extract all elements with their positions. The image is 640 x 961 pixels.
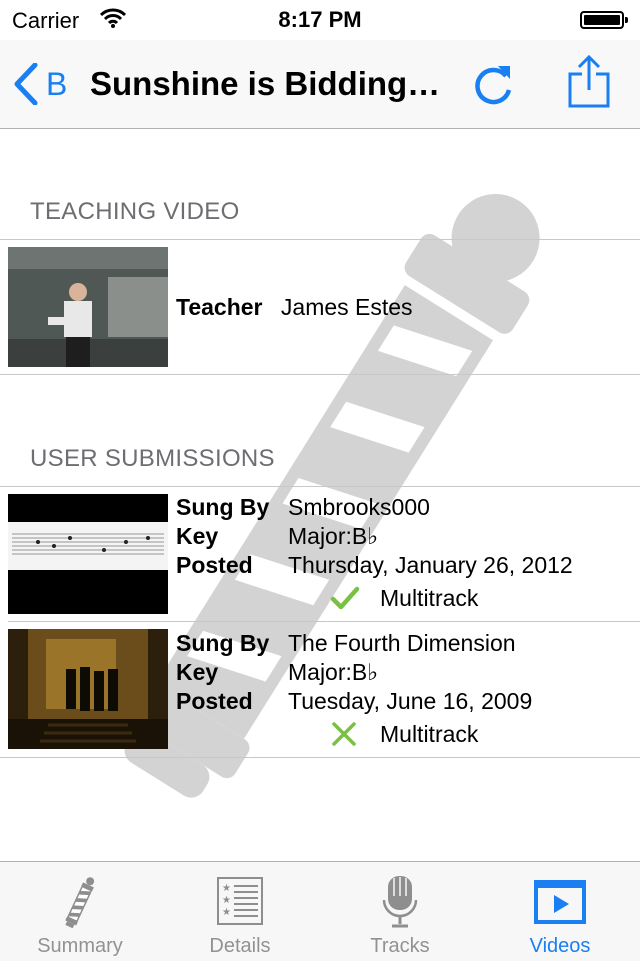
posted-label: Posted [176,688,253,714]
battery-icon [580,11,628,29]
key-value: Major:B♭ [288,659,379,685]
tab-tracks-label: Tracks [370,935,430,957]
divider [8,621,640,622]
play-video-icon [534,880,586,924]
multitrack-label: Multitrack [380,721,479,747]
posted-value: Tuesday, June 16, 2009 [288,688,533,714]
microphone-icon [382,876,418,928]
page-title: Sunshine is Bidding… [90,65,441,102]
tab-videos-label: Videos [529,935,591,957]
chevron-left-icon [14,63,38,105]
tab-summary-label: Summary [37,935,123,957]
barber-pole-icon [65,877,95,929]
key-label: Key [176,659,219,685]
key-label: Key [176,523,219,549]
tab-tracks[interactable]: Tracks [320,862,480,961]
svg-text:★: ★ [222,907,231,918]
share-icon[interactable] [564,54,614,112]
posted-label: Posted [176,552,253,578]
user-submissions-header: USER SUBMISSIONS [30,445,275,472]
key-value: Major:B♭ [288,523,379,549]
list-icon: ★ ★ ★ [217,877,263,925]
divider [0,486,640,487]
multitrack-label: Multitrack [380,585,479,611]
svg-text:★: ★ [222,895,231,906]
sung-by-label: Sung By [176,630,270,656]
divider [0,239,640,240]
submission-thumbnail[interactable] [8,494,168,614]
back-button-label: B [46,65,68,102]
teaching-video-thumbnail[interactable] [8,247,168,367]
svg-text:★: ★ [222,883,231,894]
status-time: 8:17 PM [278,7,362,32]
posted-value: Thursday, January 26, 2012 [288,552,573,578]
cross-icon [332,722,356,746]
tab-bar: Summary ★ ★ ★ Details Tracks Videos [0,861,640,961]
tab-details-label: Details [209,935,271,957]
submission-thumbnail[interactable] [8,629,168,749]
divider [0,757,640,758]
navigation-bar: B Sunshine is Bidding… [0,40,640,129]
status-bar: Carrier 8:17 PM [0,0,640,40]
teacher-label: Teacher [176,294,263,320]
sung-by-label: Sung By [176,494,270,520]
teacher-row: Teacher James Estes [176,294,413,321]
checkmark-icon [330,586,360,610]
tab-videos[interactable]: Videos [480,862,640,961]
divider [0,374,640,375]
tab-summary[interactable]: Summary [0,862,160,961]
teacher-name: James Estes [280,294,413,320]
sung-by-value: Smbrooks000 [288,494,430,520]
sung-by-value: The Fourth Dimension [288,630,516,656]
refresh-icon[interactable] [470,60,516,108]
back-button[interactable]: B [14,60,67,108]
teaching-video-header: TEACHING VIDEO [30,198,240,225]
tab-details[interactable]: ★ ★ ★ Details [160,862,320,961]
